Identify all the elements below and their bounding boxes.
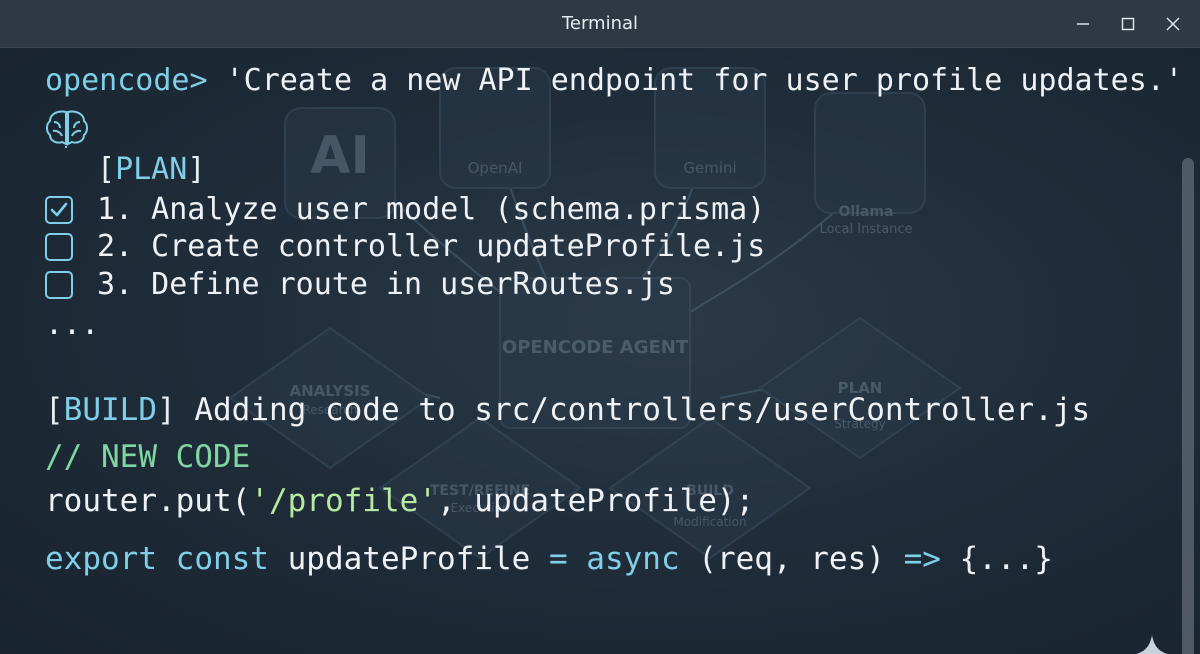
bg-provider-gemini: Gemini: [683, 159, 736, 177]
maximize-button[interactable]: [1113, 10, 1143, 38]
router-path-string: '/profile': [250, 483, 437, 519]
minimize-icon: [1077, 23, 1089, 25]
checkbox-checked[interactable]: [45, 196, 73, 224]
plan-open-bracket: [: [97, 152, 116, 187]
keyword-const: const: [175, 541, 269, 577]
step-text: 3. Define route in userRoutes.js: [97, 267, 675, 302]
build-close-bracket: ]: [157, 392, 176, 428]
step-text: 1. Analyze user model (schema.prisma): [97, 192, 766, 227]
plan-close-bracket: ]: [187, 152, 206, 187]
bg-center-label: OPENCODE AGENT: [502, 337, 689, 358]
router-code-line: router.put('/profile', updateProfile);: [45, 482, 754, 520]
export-code-line: export const updateProfile = async (req,…: [45, 540, 1053, 578]
build-tag: BUILD: [63, 392, 157, 428]
title-bar[interactable]: Terminal: [0, 0, 1200, 48]
plan-header: [PLAN]: [97, 151, 205, 189]
minimize-button[interactable]: [1068, 10, 1098, 38]
bg-provider-ai: AI: [310, 126, 370, 186]
scrollbar[interactable]: [1182, 158, 1194, 654]
terminal-window: Terminal AI OpenAI Gemini Ollama Local I…: [0, 0, 1200, 654]
step-text: 2. Create controller updateProfile.js: [97, 229, 766, 264]
maximize-icon: [1121, 17, 1135, 31]
brain-icon: [46, 110, 88, 148]
checkbox-unchecked[interactable]: [45, 271, 73, 299]
keyword-export: export: [45, 541, 157, 577]
checkbox-unchecked[interactable]: [45, 233, 73, 261]
window-title: Terminal: [561, 13, 639, 34]
keyword-async: async: [586, 541, 680, 577]
command-line: opencode> 'Create a new API endpoint for…: [45, 62, 1183, 100]
sparkle-icon: [1136, 635, 1168, 654]
plan-tag: PLAN: [115, 152, 188, 187]
bg-provider-openai: OpenAI: [468, 159, 523, 177]
prompt-text: opencode>: [45, 63, 208, 98]
ellipsis-line: ...: [45, 307, 100, 342]
function-body: {...}: [940, 541, 1053, 577]
build-line: [BUILD] Adding code to src/controllers/u…: [45, 391, 1090, 429]
bg-ollama-sub: Local Instance: [819, 222, 912, 237]
arrow-operator: =>: [903, 541, 941, 577]
equals-sign: =: [548, 541, 568, 577]
build-text: Adding code to src/controllers/userContr…: [175, 392, 1091, 428]
build-open-bracket: [: [45, 392, 64, 428]
close-button[interactable]: [1158, 10, 1188, 38]
bg-provider-ollama: Ollama: [839, 204, 894, 220]
router-call: router.put(: [45, 483, 251, 519]
close-icon: [1166, 17, 1180, 31]
function-name: updateProfile: [268, 541, 549, 577]
command-text: 'Create a new API endpoint for user prof…: [207, 63, 1183, 98]
router-args: , updateProfile);: [436, 483, 755, 519]
checkmark-icon: [50, 202, 68, 217]
function-args: (req, res): [679, 541, 904, 577]
code-comment: // NEW CODE: [45, 439, 251, 475]
terminal-content[interactable]: AI OpenAI Gemini Ollama Local Instance O…: [0, 48, 1200, 654]
